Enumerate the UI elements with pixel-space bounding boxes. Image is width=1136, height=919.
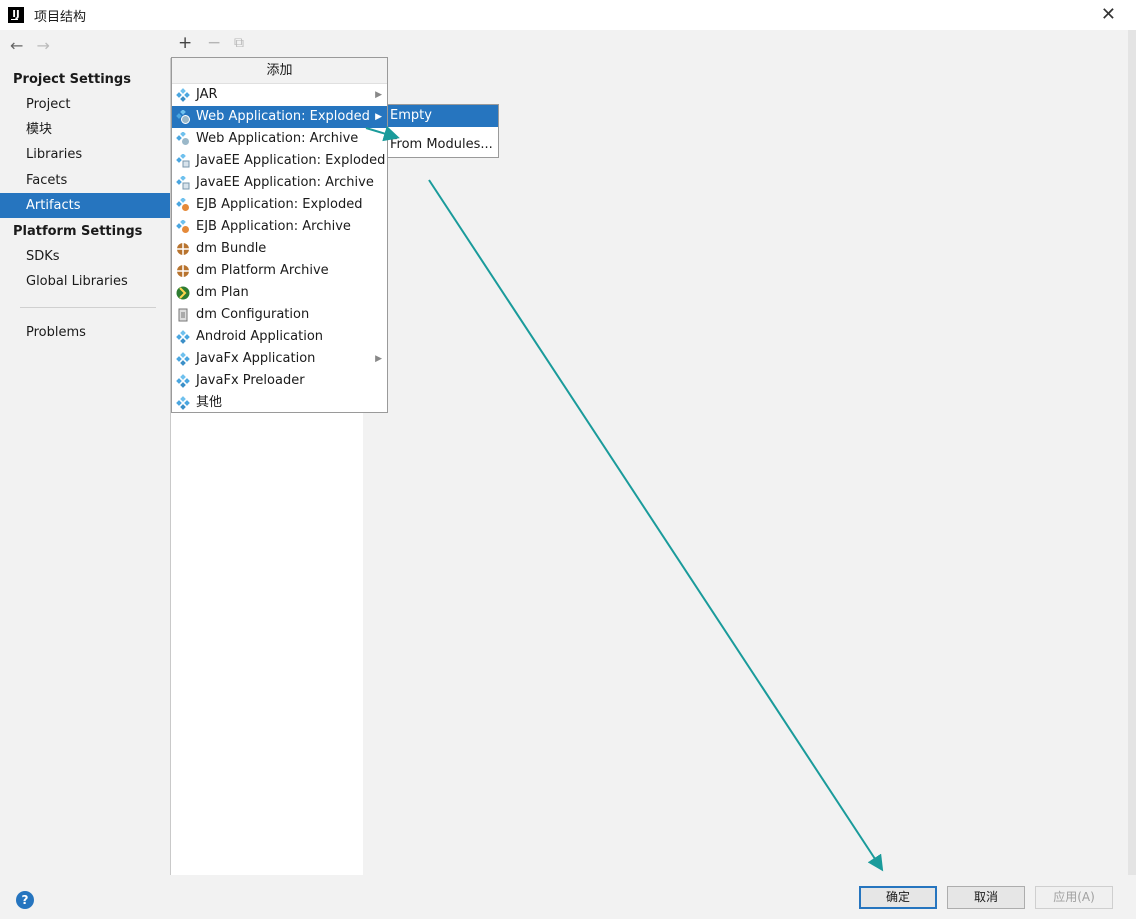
- config-file-icon: [176, 308, 190, 322]
- popup-menu-item[interactable]: dm Bundle: [172, 238, 387, 260]
- popup-menu-item[interactable]: JavaEE Application: Archive: [172, 172, 387, 194]
- submenu-item-from-modules[interactable]: From Modules...: [388, 134, 498, 156]
- web-app-icon: [176, 109, 190, 124]
- sidebar-item-sdks[interactable]: SDKs: [0, 244, 170, 269]
- popup-menu-item[interactable]: EJB Application: Exploded: [172, 194, 387, 216]
- sidebar-item-facets[interactable]: Facets: [0, 168, 170, 193]
- intellij-logo-icon: IJ: [8, 7, 24, 23]
- submenu-separator: [388, 127, 498, 134]
- popup-menu-item[interactable]: JavaFx Preloader: [172, 370, 387, 392]
- popup-menu-item[interactable]: EJB Application: Archive: [172, 216, 387, 238]
- close-icon[interactable]: ✕: [1101, 4, 1116, 25]
- sidebar-item-libraries[interactable]: Libraries: [0, 142, 170, 167]
- popup-menu-item-label: 其他: [196, 395, 223, 410]
- sidebar-item-project[interactable]: Project: [0, 92, 170, 117]
- javaee-app-icon: [176, 153, 190, 168]
- submenu-arrow-icon: ▶: [375, 90, 382, 100]
- popup-menu-item-label: JAR: [196, 87, 218, 102]
- popup-menu-item-label: dm Configuration: [196, 307, 310, 322]
- bundle-icon: [176, 242, 190, 256]
- dialog-button-bar: ? 确定 取消 应用(A): [0, 875, 1136, 919]
- popup-menu-item[interactable]: Android Application: [172, 326, 387, 348]
- project-settings-heading: Project Settings: [13, 72, 131, 87]
- history-nav: ← →: [10, 36, 58, 55]
- popup-menu-item[interactable]: JavaFx Application ▶: [172, 348, 387, 370]
- background-window-edge: [1128, 30, 1136, 875]
- bundle-icon: [176, 264, 190, 278]
- popup-menu-item-label: dm Plan: [196, 285, 249, 300]
- platform-settings-heading: Platform Settings: [13, 224, 143, 239]
- window-title: 项目结构: [34, 10, 87, 25]
- diamond-icon: [176, 374, 190, 388]
- artifacts-toolbar: + − ⧉: [170, 30, 363, 58]
- web-app-icon: [176, 131, 190, 146]
- remove-icon[interactable]: −: [207, 33, 221, 53]
- title-bar: IJ 项目结构 ✕: [0, 0, 1136, 30]
- popup-menu-item-label: Android Application: [196, 329, 324, 344]
- popup-menu-item-label: JavaFx Preloader: [196, 373, 305, 388]
- popup-menu-item[interactable]: Web Application: Exploded ▶: [172, 106, 387, 128]
- popup-menu-item-label: EJB Application: Exploded: [196, 197, 363, 212]
- diamond-icon: [176, 352, 190, 366]
- popup-menu-item-label: JavaFx Application: [196, 351, 316, 366]
- cancel-button[interactable]: 取消: [947, 886, 1025, 909]
- diamond-icon: [176, 330, 190, 344]
- apply-button[interactable]: 应用(A): [1035, 886, 1113, 909]
- popup-menu-item[interactable]: JavaEE Application: Exploded: [172, 150, 387, 172]
- popup-title: 添加: [172, 58, 387, 84]
- submenu-arrow-icon: ▶: [375, 354, 382, 364]
- help-icon[interactable]: ?: [16, 891, 34, 909]
- copy-icon[interactable]: ⧉: [234, 35, 244, 51]
- popup-menu-item[interactable]: dm Plan: [172, 282, 387, 304]
- submenu-item-empty[interactable]: Empty: [388, 105, 498, 127]
- sidebar-item-artifacts[interactable]: Artifacts: [0, 193, 170, 218]
- popup-menu-item-label: Web Application: Archive: [196, 131, 359, 146]
- popup-menu-item[interactable]: dm Platform Archive: [172, 260, 387, 282]
- ejb-app-icon: [176, 197, 190, 212]
- sidebar-item-global-libraries[interactable]: Global Libraries: [0, 269, 170, 294]
- submenu-arrow-icon: ▶: [375, 112, 382, 122]
- popup-menu-item-label: dm Bundle: [196, 241, 267, 256]
- ok-button[interactable]: 确定: [859, 886, 937, 909]
- forward-arrow-icon[interactable]: →: [37, 36, 50, 55]
- add-artifact-popup: 添加 JAR ▶ Web Application: Exploded ▶ Web App…: [171, 57, 388, 413]
- popup-menu-item[interactable]: JAR ▶: [172, 84, 387, 106]
- popup-menu-item-label: JavaEE Application: Exploded: [196, 153, 386, 168]
- settings-sidebar: ← → Project Settings Project 模块 Librarie…: [0, 30, 170, 875]
- popup-menu-item-label: EJB Application: Archive: [196, 219, 351, 234]
- javaee-app-icon: [176, 175, 190, 190]
- popup-menu-item[interactable]: Web Application: Archive: [172, 128, 387, 150]
- back-arrow-icon[interactable]: ←: [10, 36, 23, 55]
- popup-menu-item-label: dm Platform Archive: [196, 263, 329, 278]
- web-app-exploded-submenu: Empty From Modules...: [387, 104, 499, 158]
- popup-menu-item-label: JavaEE Application: Archive: [196, 175, 374, 190]
- sidebar-item-problems[interactable]: Problems: [0, 320, 170, 345]
- popup-menu-item[interactable]: 其他: [172, 392, 387, 414]
- ejb-app-icon: [176, 219, 190, 234]
- add-icon[interactable]: +: [178, 33, 192, 53]
- sidebar-item-modules[interactable]: 模块: [0, 117, 170, 142]
- diamond-icon: [176, 88, 190, 102]
- popup-menu-item[interactable]: dm Configuration: [172, 304, 387, 326]
- popup-menu-item-label: Web Application: Exploded: [196, 109, 370, 124]
- plan-icon: [176, 286, 190, 300]
- sidebar-divider: [20, 307, 156, 308]
- diamond-icon: [176, 396, 190, 410]
